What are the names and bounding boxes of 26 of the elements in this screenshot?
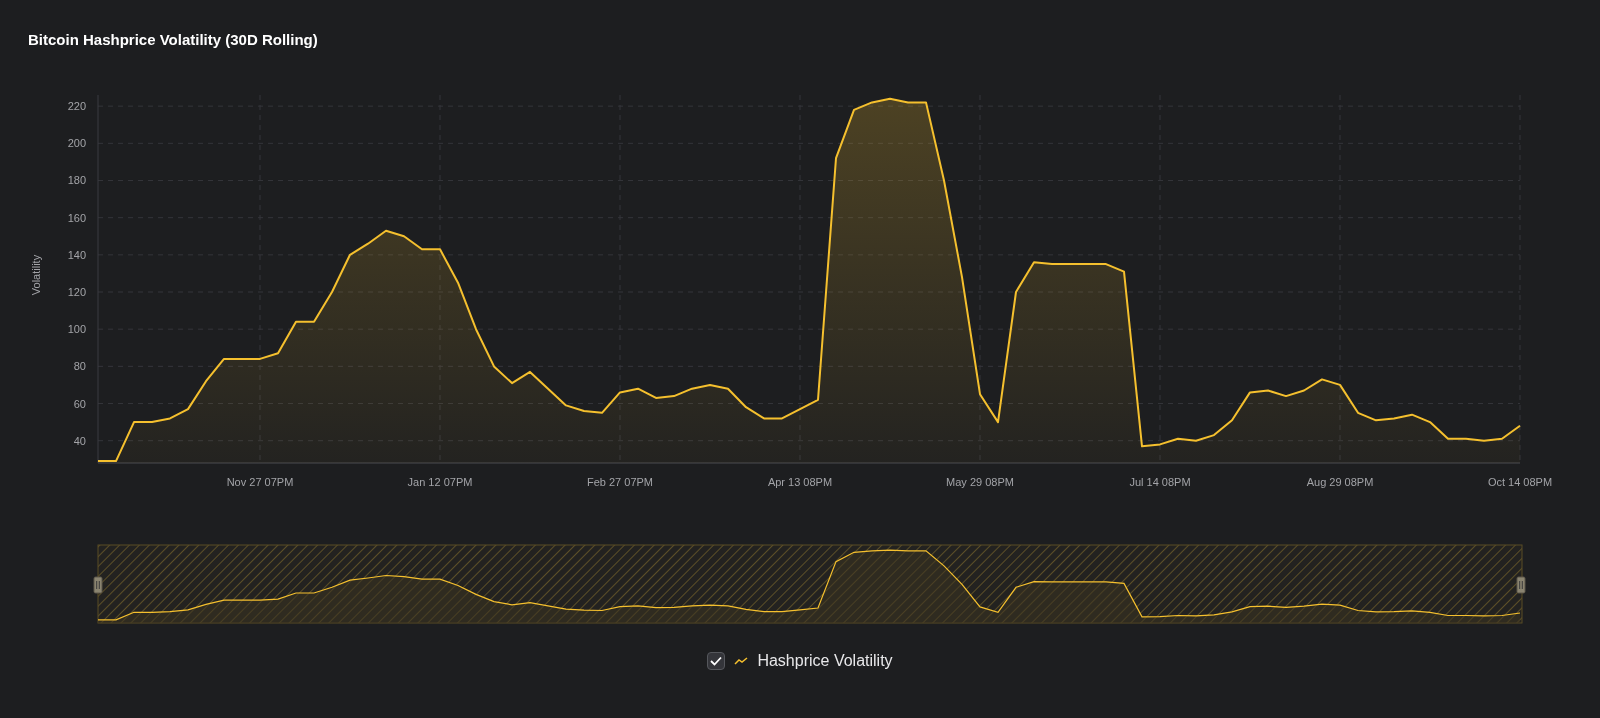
y-axis-label: 180: [67, 174, 86, 187]
y-axis-label: 60: [73, 397, 86, 410]
x-axis-label: Jan 12 07PM: [407, 476, 473, 488]
check-icon: [710, 656, 723, 666]
line-icon: [734, 657, 749, 665]
y-axis-label: 40: [73, 434, 86, 447]
range-handle[interactable]: [1516, 576, 1526, 594]
y-axis-label: 160: [67, 211, 86, 224]
chart-title: Bitcoin Hashprice Volatility (30D Rolling): [27, 30, 319, 50]
x-axis-label: May 29 08PM: [946, 476, 1014, 488]
y-axis-label: 120: [67, 286, 86, 298]
y-axis-label: 220: [67, 100, 86, 113]
x-axis-label: Oct 14 08PM: [1487, 476, 1553, 488]
legend-label[interactable]: Hashprice Volatility: [757, 652, 893, 670]
y-axis-label: 80: [73, 360, 86, 373]
y-axis-label: 100: [67, 323, 86, 336]
x-axis-label: Feb 27 07PM: [587, 476, 653, 488]
x-axis-label: Aug 29 08PM: [1306, 476, 1374, 488]
x-axis-label: Jul 14 08PM: [1129, 476, 1191, 488]
y-axis-label: 140: [67, 248, 86, 261]
x-axis-label: Nov 27 07PM: [226, 476, 294, 488]
y-axis-label: 200: [67, 137, 86, 150]
y-axis-title: Volatility: [30, 254, 42, 296]
legend-checkbox[interactable]: [707, 652, 726, 670]
range-handle[interactable]: [93, 576, 103, 594]
x-axis-label: Apr 13 08PM: [767, 476, 833, 488]
